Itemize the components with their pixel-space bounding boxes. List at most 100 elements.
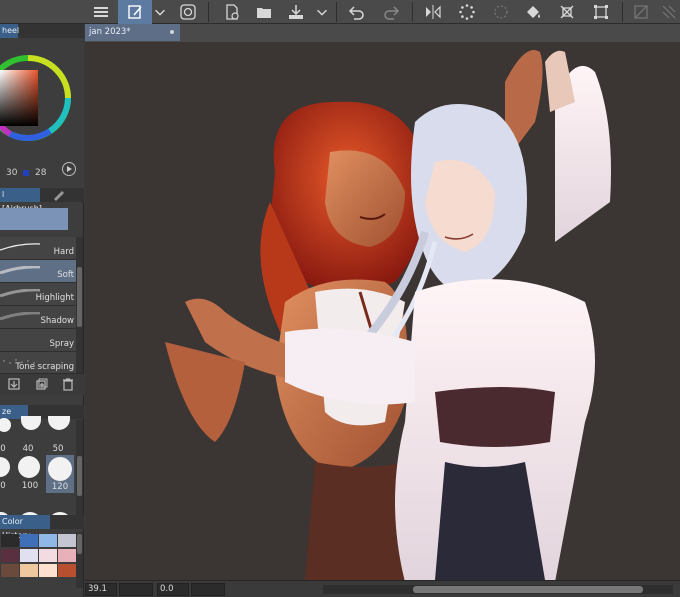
toolbar-divider bbox=[336, 2, 337, 22]
color-indicator bbox=[23, 170, 29, 176]
scrollbar-thumb[interactable] bbox=[77, 456, 82, 496]
redo-icon[interactable] bbox=[378, 0, 404, 24]
size-label: 50 bbox=[52, 444, 64, 454]
size-dot bbox=[0, 418, 11, 432]
pen-icon[interactable] bbox=[52, 189, 66, 201]
scrollbar-thumb[interactable] bbox=[77, 534, 82, 554]
color-history-swatch[interactable] bbox=[39, 549, 57, 562]
zoom-value: 39.1 bbox=[88, 584, 107, 594]
brush-scrollbar[interactable] bbox=[76, 237, 83, 373]
size-scrollbar[interactable] bbox=[76, 420, 83, 526]
zoom-field[interactable]: 39.1 bbox=[85, 583, 117, 596]
horizontal-scrollbar[interactable] bbox=[323, 585, 673, 594]
color-history-swatch[interactable] bbox=[20, 534, 38, 547]
color-history-swatch[interactable] bbox=[20, 564, 38, 577]
size-cell-selected[interactable]: 120 bbox=[46, 455, 74, 493]
color-history-swatch[interactable] bbox=[39, 564, 57, 577]
brush-item-shadow[interactable]: Shadow bbox=[0, 306, 76, 329]
play-icon[interactable] bbox=[62, 162, 76, 176]
duplicate-icon[interactable] bbox=[34, 377, 50, 393]
toolbar-divider bbox=[622, 2, 623, 22]
color-history-swatch[interactable] bbox=[39, 534, 57, 547]
color-history-swatch[interactable] bbox=[58, 564, 76, 577]
tab-color-wheel[interactable]: heel bbox=[0, 24, 20, 38]
undo-icon[interactable] bbox=[344, 0, 370, 24]
brush-item-tone-scraping[interactable]: Tone scraping bbox=[0, 352, 76, 375]
color-history-swatch[interactable] bbox=[20, 549, 38, 562]
hatch-icon[interactable] bbox=[658, 0, 680, 24]
hide-icon[interactable] bbox=[628, 0, 654, 24]
color-value-right: 28 bbox=[35, 168, 47, 178]
color-history-swatch[interactable] bbox=[58, 534, 76, 547]
spiral-icon[interactable] bbox=[176, 0, 200, 24]
scrollbar-thumb[interactable] bbox=[77, 267, 82, 327]
size-dot bbox=[18, 456, 40, 478]
artwork-illustration bbox=[165, 50, 611, 580]
size-label: 0 bbox=[0, 481, 6, 491]
rotation-slider[interactable] bbox=[191, 583, 225, 596]
brush-size-grid: 0 40 50 0 100 120 bbox=[0, 416, 76, 526]
brush-item-highlight[interactable]: Highlight bbox=[0, 283, 76, 306]
main-toolbar bbox=[0, 0, 680, 24]
trash-icon[interactable] bbox=[60, 377, 76, 393]
size-dot bbox=[48, 416, 70, 430]
brush-label: Spray bbox=[49, 339, 74, 349]
brush-preview bbox=[0, 208, 68, 230]
brush-label: Shadow bbox=[40, 316, 74, 326]
color-history-swatch[interactable] bbox=[1, 534, 19, 547]
brush-label: Soft bbox=[57, 270, 74, 280]
flip-icon[interactable] bbox=[420, 0, 446, 24]
color-history-grid bbox=[0, 534, 76, 594]
color-history-swatch[interactable] bbox=[1, 564, 19, 577]
color-history-swatch[interactable] bbox=[1, 549, 19, 562]
brush-label: Highlight bbox=[35, 293, 74, 303]
save-icon[interactable] bbox=[284, 0, 308, 24]
toolbar-divider bbox=[208, 2, 209, 22]
brush-actions bbox=[0, 373, 84, 395]
color-history-swatch[interactable] bbox=[58, 549, 76, 562]
toolbar-divider bbox=[412, 2, 413, 22]
brush-label: Tone scraping bbox=[15, 362, 74, 372]
artwork-canvas[interactable] bbox=[85, 42, 680, 580]
dotted-circle-icon[interactable] bbox=[488, 0, 514, 24]
new-file-icon[interactable] bbox=[220, 0, 244, 24]
zoom-slider[interactable] bbox=[119, 583, 153, 596]
brush-item-spray[interactable]: Spray bbox=[0, 329, 76, 352]
size-label: 0 bbox=[0, 444, 6, 454]
tab-color-history[interactable]: Color History bbox=[0, 515, 50, 540]
left-panel: heel 30 28 l Hard Soft Highlight Shadow … bbox=[0, 24, 84, 597]
tab-label: heel bbox=[2, 26, 20, 35]
status-bar: 39.1 0.0 bbox=[85, 580, 680, 597]
size-label: 100 bbox=[21, 481, 39, 491]
size-dot bbox=[0, 457, 10, 477]
size-dot bbox=[48, 457, 72, 481]
tab-brush-airbrush[interactable]: l [Airbrush] bbox=[0, 188, 42, 213]
canvas-area: jan 2023* bbox=[85, 24, 680, 597]
tab-document[interactable]: jan 2023* bbox=[85, 24, 180, 41]
brush-item-hard[interactable]: Hard bbox=[0, 237, 76, 260]
color-wheel-panel: 30 28 bbox=[0, 38, 84, 188]
transform-icon[interactable] bbox=[554, 0, 580, 24]
add-sub-tool-icon[interactable] bbox=[6, 377, 22, 393]
fill-bucket-icon[interactable] bbox=[520, 0, 546, 24]
size-dot bbox=[21, 416, 41, 430]
size-label: 40 bbox=[22, 444, 34, 454]
rotation-value: 0.0 bbox=[160, 584, 174, 594]
chevron-down-icon[interactable] bbox=[314, 0, 330, 24]
chevron-down-icon[interactable] bbox=[152, 0, 168, 24]
loading-icon[interactable] bbox=[454, 0, 480, 24]
document-title: jan 2023* bbox=[89, 27, 131, 37]
crop-icon[interactable] bbox=[588, 0, 614, 24]
close-dot-icon[interactable] bbox=[170, 30, 174, 34]
rotation-field[interactable]: 0.0 bbox=[157, 583, 189, 596]
open-folder-icon[interactable] bbox=[252, 0, 276, 24]
brush-item-soft[interactable]: Soft bbox=[0, 260, 76, 283]
brush-tool-icon[interactable] bbox=[118, 0, 152, 24]
scrollbar-thumb[interactable] bbox=[413, 586, 643, 593]
history-scrollbar[interactable] bbox=[76, 532, 83, 588]
menu-icon[interactable] bbox=[88, 0, 114, 24]
size-label: 120 bbox=[51, 482, 69, 492]
size-cell[interactable]: 50 bbox=[48, 416, 76, 455]
size-cell[interactable]: 100 bbox=[18, 456, 46, 492]
color-value-left: 30 bbox=[6, 168, 18, 178]
